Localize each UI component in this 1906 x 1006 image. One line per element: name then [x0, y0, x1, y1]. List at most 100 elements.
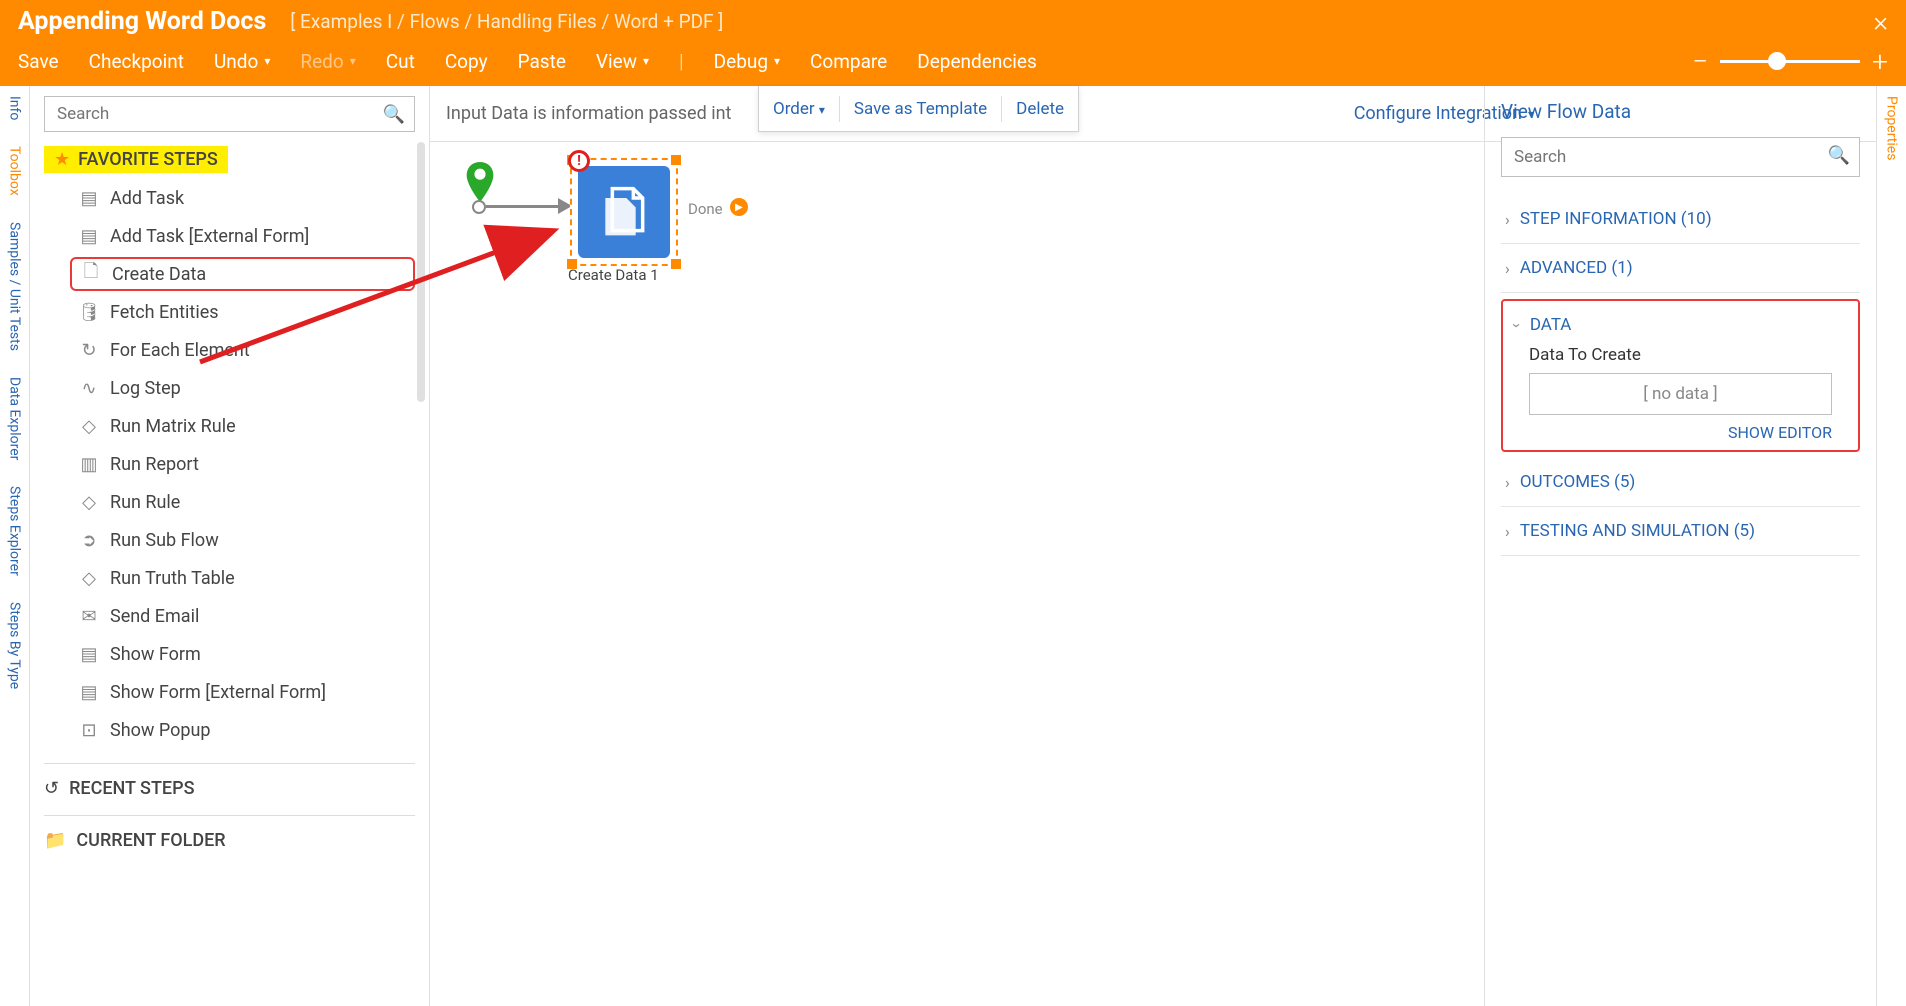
step-label: Show Form [110, 644, 201, 665]
delete-button[interactable]: Delete [1016, 99, 1064, 119]
breadcrumb: [ Examples I / Flows / Handling Files / … [290, 10, 723, 33]
chevron-down-icon: ▾ [819, 103, 825, 117]
rail-properties[interactable]: Properties [1884, 92, 1900, 164]
diamond-icon: ◇ [78, 567, 100, 589]
toolbox-search-wrap: 🔍 [44, 96, 415, 132]
zoom-out-button[interactable]: − [1692, 45, 1708, 78]
step-add-task-external[interactable]: ▤Add Task [External Form] [70, 219, 415, 253]
page-title: Appending Word Docs [18, 7, 266, 36]
slider-thumb[interactable] [1768, 52, 1786, 70]
accordion-step-info[interactable]: › STEP INFORMATION (10) [1501, 195, 1860, 244]
step-create-data[interactable]: 🗋Create Data [70, 257, 415, 291]
view-label: View [596, 50, 637, 73]
accordion-testing[interactable]: ›TESTING AND SIMULATION (5) [1501, 507, 1860, 556]
order-dropdown[interactable]: Order ▾ [773, 99, 825, 119]
step-run-truth[interactable]: ◇ Run Truth Table [70, 561, 415, 595]
node-create-data[interactable]: ! [570, 158, 678, 266]
chevron-down-icon: ▾ [643, 54, 649, 68]
step-fetch-entities[interactable]: 🛢Fetch Entities [70, 295, 415, 329]
chevron-right-icon: › [1505, 210, 1510, 229]
step-label: Run Rule [110, 492, 180, 513]
step-label: Run Truth Table [110, 568, 235, 589]
report-icon: ▥ [78, 453, 100, 475]
zoom-in-button[interactable]: + [1872, 45, 1888, 78]
done-connector[interactable]: ▶ [730, 198, 748, 216]
step-label: Send Email [110, 606, 199, 627]
step-run-report[interactable]: ▥Run Report [70, 447, 415, 481]
step-show-popup[interactable]: ⊡Show Popup [70, 713, 415, 747]
accordion-label: STEP INFORMATION (10) [1520, 209, 1712, 229]
search-icon[interactable]: 🔍 [383, 104, 405, 125]
step-log[interactable]: ∿Log Step [70, 371, 415, 405]
diamond-icon: ◇ [78, 415, 100, 437]
save-button[interactable]: Save [18, 50, 59, 73]
copy-button[interactable]: Copy [445, 50, 488, 73]
scrollbar-thumb[interactable] [417, 142, 425, 402]
star-icon: ★ [54, 149, 70, 170]
toolbox-panel: 🔍 ★ FAVORITE STEPS ▤Add Task ▤Add Task [… [30, 86, 430, 1006]
undo-label: Undo [214, 50, 258, 73]
node-icon [578, 166, 670, 258]
folder-icon: 📁 [44, 830, 66, 851]
chevron-down-icon: ▾ [264, 54, 270, 68]
view-button[interactable]: View ▾ [596, 50, 649, 73]
step-for-each[interactable]: ↻ For Each Element [70, 333, 415, 367]
step-show-form-ext[interactable]: ▤Show Form [External Form] [70, 675, 415, 709]
favorite-steps-header: ★ FAVORITE STEPS [44, 146, 228, 173]
properties-search-input[interactable] [1501, 137, 1860, 177]
rail-info[interactable]: Info [7, 92, 23, 124]
step-send-email[interactable]: ✉Send Email [70, 599, 415, 633]
context-dropdown: Order ▾ Save as Template Delete [758, 86, 1079, 132]
form-icon: ▤ [78, 225, 100, 247]
resize-handle[interactable] [671, 259, 681, 269]
rail-toolbox[interactable]: Toolbox [7, 142, 23, 200]
chevron-right-icon: › [1505, 473, 1510, 492]
zoom-slider[interactable] [1720, 60, 1860, 63]
recent-steps-header[interactable]: ↺RECENT STEPS [44, 763, 415, 799]
history-icon: ↺ [44, 778, 59, 799]
show-editor-link[interactable]: SHOW EDITOR [1515, 423, 1832, 442]
redo-button[interactable]: Redo▾ [300, 50, 355, 73]
step-run-sub-flow[interactable]: ➲Run Sub Flow [70, 523, 415, 557]
chevron-right-icon: › [1505, 522, 1510, 541]
warning-icon[interactable]: ! [568, 150, 590, 172]
step-run-rule[interactable]: ◇Run Rule [70, 485, 415, 519]
accordion-data[interactable]: ›DATA [1515, 311, 1846, 345]
accordion-advanced[interactable]: › ADVANCED (1) [1501, 244, 1860, 293]
undo-button[interactable]: Undo ▾ [214, 50, 270, 73]
header-bar: Appending Word Docs [ Examples I / Flows… [0, 0, 1906, 86]
search-icon[interactable]: 🔍 [1828, 145, 1850, 166]
cut-button[interactable]: Cut [386, 50, 415, 73]
main-menu: Save Checkpoint Undo ▾ Redo▾ Cut Copy Pas… [0, 36, 1906, 86]
current-folder-header[interactable]: 📁CURRENT FOLDER [44, 815, 415, 851]
header-top: Appending Word Docs [ Examples I / Flows… [0, 0, 1906, 36]
rail-samples[interactable]: Samples / Unit Tests [7, 218, 23, 355]
properties-panel: View Flow Data 🔍 ›STEP INFORMATION (10) … [1484, 86, 1876, 1006]
rail-data-explorer[interactable]: Data Explorer [7, 373, 23, 464]
loop-icon: ↻ [78, 339, 100, 361]
paste-button[interactable]: Paste [518, 50, 566, 73]
step-run-matrix[interactable]: ◇Run Matrix Rule [70, 409, 415, 443]
checkpoint-button[interactable]: Checkpoint [89, 50, 184, 73]
debug-button[interactable]: Debug▾ [714, 50, 780, 73]
left-rail: Info Toolbox Samples / Unit Tests Data E… [0, 86, 30, 1006]
rail-steps-by-type[interactable]: Steps By Type [7, 598, 23, 693]
step-add-task[interactable]: ▤Add Task [70, 181, 415, 215]
step-label: For Each Element [110, 340, 250, 361]
data-to-create-field[interactable]: [ no data ] [1529, 373, 1832, 415]
close-icon[interactable]: × [1873, 5, 1888, 38]
step-show-form[interactable]: ▤Show Form [70, 637, 415, 671]
step-label: Log Step [110, 378, 181, 399]
dependencies-button[interactable]: Dependencies [917, 50, 1037, 73]
toolbox-search-input[interactable] [44, 96, 415, 132]
accordion-outcomes[interactable]: ›OUTCOMES (5) [1501, 458, 1860, 507]
accordion-label: ADVANCED (1) [1520, 258, 1633, 278]
canvas-info-text: Input Data is information passed int [446, 103, 731, 124]
start-connector[interactable] [472, 200, 486, 214]
form-icon: ▤ [78, 681, 100, 703]
chevron-right-icon: › [1505, 259, 1510, 278]
rail-steps-explorer[interactable]: Steps Explorer [7, 482, 23, 580]
save-template-button[interactable]: Save as Template [854, 99, 987, 119]
resize-handle[interactable] [671, 155, 681, 165]
compare-button[interactable]: Compare [810, 50, 887, 73]
